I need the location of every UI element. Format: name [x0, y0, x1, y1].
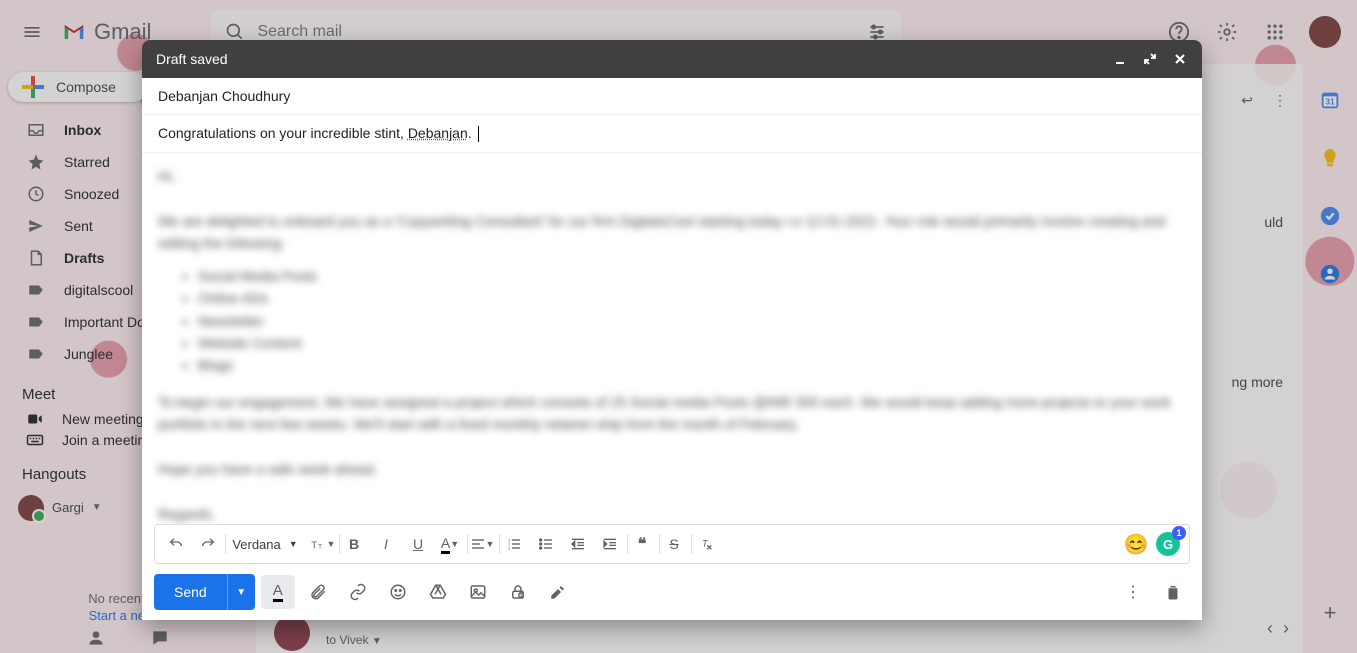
calendar-app-icon[interactable]: 31 [1310, 80, 1350, 120]
body-bullet: Social Media Posts [198, 265, 1186, 287]
more-menu-icon[interactable]: ⋮ [1273, 92, 1287, 109]
compose-button[interactable]: Compose [8, 72, 148, 102]
apps-grid-icon[interactable] [1255, 12, 1295, 52]
strikethrough-button[interactable]: S [659, 530, 689, 558]
send-icon [26, 217, 46, 235]
main-menu-button[interactable] [8, 8, 56, 56]
body-bullet: Blogs [198, 354, 1186, 376]
clock-icon [26, 185, 46, 203]
hangouts-contacts-icon[interactable] [84, 626, 108, 650]
keyboard-icon [26, 431, 44, 449]
svg-text:T: T [311, 541, 317, 552]
label-icon [26, 281, 46, 299]
font-size-button[interactable]: TT▼ [307, 530, 337, 558]
star-icon [26, 153, 46, 171]
svg-text:T: T [318, 544, 322, 551]
sender-avatar [274, 615, 310, 651]
compose-titlebar[interactable]: Draft saved [142, 40, 1202, 78]
product-name: Gmail [94, 19, 151, 45]
close-icon[interactable] [1172, 51, 1188, 67]
add-panel-icon[interactable]: + [1310, 593, 1350, 633]
insert-link-icon[interactable] [341, 575, 375, 609]
insert-photo-icon[interactable] [461, 575, 495, 609]
side-panel: 31 + [1303, 64, 1357, 653]
format-toggle-button[interactable]: A [261, 575, 295, 609]
draft-icon [26, 249, 46, 267]
hangouts-avatar [18, 495, 44, 521]
next-message-icon[interactable]: › [1283, 618, 1289, 639]
text-cursor [478, 126, 479, 142]
send-button[interactable]: Send [154, 574, 227, 610]
account-avatar[interactable] [1309, 16, 1341, 48]
svg-text:T: T [702, 539, 709, 549]
gmail-logo[interactable]: Gmail [60, 18, 151, 46]
quote-button[interactable]: ❝ [627, 530, 657, 558]
insert-signature-icon[interactable] [541, 575, 575, 609]
compose-window: Draft saved Debanjan Choudhury Congratul… [142, 40, 1202, 620]
underline-button[interactable]: U [403, 530, 433, 558]
font-selector[interactable]: Verdana ▼ [225, 530, 305, 558]
search-input[interactable] [257, 23, 855, 41]
insert-drive-icon[interactable] [421, 575, 455, 609]
align-button[interactable]: ▼ [467, 530, 497, 558]
bullet-list-button[interactable] [531, 530, 561, 558]
bold-button[interactable]: B [339, 530, 369, 558]
label-icon [26, 313, 46, 331]
format-toolbar: Verdana ▼ TT▼ B I U A▼ ▼ 123 ❝ S T 😊 G [154, 524, 1190, 564]
subject-field[interactable]: Congratulations on your incredible stint… [142, 115, 1202, 153]
numbered-list-button[interactable]: 123 [499, 530, 529, 558]
more-options-icon[interactable]: ⋮ [1116, 575, 1150, 609]
remove-format-button[interactable]: T [691, 530, 721, 558]
chevron-down-icon: ▼ [92, 502, 102, 513]
body-bullet: Online ADs [198, 287, 1186, 309]
search-icon[interactable] [225, 22, 245, 42]
svg-text:31: 31 [1325, 98, 1335, 107]
attach-file-icon[interactable] [301, 575, 335, 609]
text-color-button[interactable]: A▼ [435, 530, 465, 558]
to-line: to Vivek ▼ [326, 633, 382, 647]
svg-text:3: 3 [508, 545, 511, 550]
body-bullet: Newsletter [198, 310, 1186, 332]
compose-label: Compose [56, 79, 116, 95]
send-options-button[interactable]: ▼ [227, 574, 255, 610]
grammarly-icon[interactable]: G [1153, 530, 1183, 558]
tasks-app-icon[interactable] [1310, 196, 1350, 236]
indent-more-button[interactable] [595, 530, 625, 558]
prev-message-icon[interactable]: ‹ [1267, 618, 1273, 639]
plus-icon [22, 76, 44, 98]
indent-less-button[interactable] [563, 530, 593, 558]
discard-draft-icon[interactable] [1156, 575, 1190, 609]
fullscreen-exit-icon[interactable] [1142, 51, 1158, 67]
misspelled-word: Debanjan [408, 125, 468, 141]
confidential-mode-icon[interactable] [501, 575, 535, 609]
compose-title: Draft saved [156, 51, 228, 67]
italic-button[interactable]: I [371, 530, 401, 558]
to-field[interactable]: Debanjan Choudhury [142, 78, 1202, 115]
body-bullet: Website Content [198, 332, 1186, 354]
inbox-icon [26, 121, 46, 139]
contacts-app-icon[interactable] [1310, 254, 1350, 294]
emoji-face-icon[interactable]: 😊 [1121, 530, 1151, 558]
label-icon [26, 345, 46, 363]
insert-emoji-icon[interactable] [381, 575, 415, 609]
settings-gear-icon[interactable] [1207, 12, 1247, 52]
search-options-icon[interactable] [867, 22, 887, 42]
undo-button[interactable] [161, 530, 191, 558]
minimize-icon[interactable] [1112, 51, 1128, 67]
redo-button[interactable] [193, 530, 223, 558]
keep-app-icon[interactable] [1310, 138, 1350, 178]
compose-body[interactable]: Hi, We are delighted to onboard you as a… [142, 153, 1202, 524]
hangouts-chat-icon[interactable] [148, 626, 172, 650]
compose-action-bar: Send ▼ A ⋮ [142, 564, 1202, 620]
reply-icon[interactable]: ↩ [1241, 92, 1253, 109]
video-icon [26, 410, 44, 428]
